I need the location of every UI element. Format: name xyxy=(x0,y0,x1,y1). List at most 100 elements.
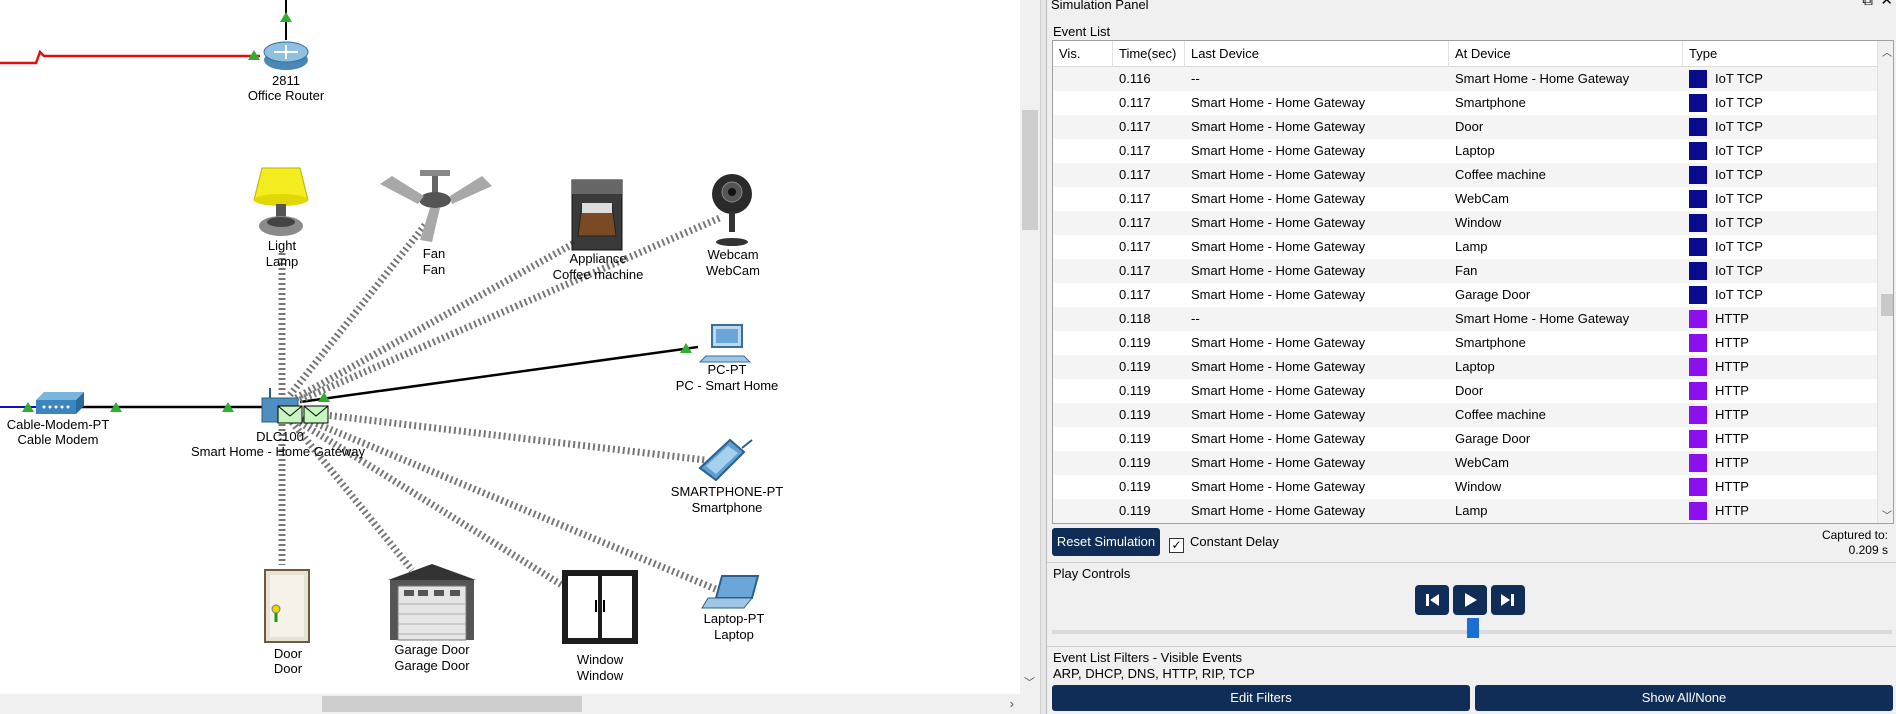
topology-diagram[interactable]: 2811 Office Router Cable-Modem-PT Cable … xyxy=(0,0,1020,694)
fan-icon[interactable] xyxy=(380,170,492,242)
event-row[interactable]: 0.117 Smart Home - Home Gateway Garage Doo… xyxy=(1053,283,1877,307)
chevron-right-icon[interactable]: › xyxy=(1010,696,1014,711)
event-at-device: Laptop xyxy=(1455,143,1495,158)
webcam-icon[interactable] xyxy=(712,174,752,246)
event-row[interactable]: 0.119 Smart Home - Home Gateway WebCam HTTP xyxy=(1053,451,1877,475)
event-row[interactable]: 0.117 Smart Home - Home Gateway Smartphone… xyxy=(1053,91,1877,115)
canvas-vertical-scrollbar[interactable]: ﹀ xyxy=(1020,0,1040,714)
event-type-color-swatch[interactable] xyxy=(1689,118,1707,136)
capture-forward-button[interactable] xyxy=(1491,585,1525,615)
event-row[interactable]: 0.119 Smart Home - Home Gateway Window HTTP xyxy=(1053,475,1877,499)
laptop-model-label: Laptop-PT xyxy=(704,611,765,626)
event-type: IoT TCP xyxy=(1715,167,1763,182)
canvas-horizontal-scrollbar[interactable]: › xyxy=(0,694,1020,714)
event-row[interactable]: 0.117 Smart Home - Home Gateway Fan IoT TCP xyxy=(1053,259,1877,283)
undock-icon[interactable]: ⧉ xyxy=(1862,0,1873,8)
play-button[interactable] xyxy=(1453,585,1487,615)
event-type-color-swatch[interactable] xyxy=(1689,142,1707,160)
close-icon[interactable]: ✕ xyxy=(1880,0,1893,8)
event-type-color-swatch[interactable] xyxy=(1689,190,1707,208)
chevron-up-icon[interactable]: ︿ xyxy=(1882,44,1892,59)
event-row[interactable]: 0.119 Smart Home - Home Gateway Lamp HTTP xyxy=(1053,499,1877,523)
event-row[interactable]: 0.119 Smart Home - Home Gateway Laptop HTTP xyxy=(1053,355,1877,379)
column-header-vis[interactable]: Vis. xyxy=(1053,41,1113,67)
canvas-horizontal-scroll-thumb[interactable] xyxy=(322,696,582,712)
event-row[interactable]: 0.117 Smart Home - Home Gateway Door IoT TC… xyxy=(1053,115,1877,139)
lamp-icon[interactable] xyxy=(253,167,309,236)
event-type-color-swatch[interactable] xyxy=(1689,406,1707,424)
reset-simulation-button[interactable]: Reset Simulation xyxy=(1052,528,1160,556)
garage-roof xyxy=(388,564,476,580)
window-icon[interactable] xyxy=(562,570,638,644)
lamp-base-inner xyxy=(267,217,295,227)
office-router-icon[interactable] xyxy=(263,41,309,70)
event-type-color-swatch[interactable] xyxy=(1689,166,1707,184)
event-row[interactable]: 0.117 Smart Home - Home Gateway Coffee mac… xyxy=(1053,163,1877,187)
event-type-color-swatch[interactable] xyxy=(1689,358,1707,376)
checkbox-check-icon[interactable]: ✓ xyxy=(1169,538,1184,553)
event-type: HTTP xyxy=(1715,383,1749,398)
event-type-color-swatch[interactable] xyxy=(1689,310,1707,328)
topology-canvas[interactable]: 2811 Office Router Cable-Modem-PT Cable … xyxy=(0,0,1020,714)
event-type-color-swatch[interactable] xyxy=(1689,454,1707,472)
chevron-down-icon[interactable]: ﹀ xyxy=(1024,674,1035,690)
event-row[interactable]: 0.116 -- Smart Home - Home Gateway IoT TCP xyxy=(1053,67,1877,91)
event-type-color-swatch[interactable] xyxy=(1689,502,1707,520)
event-time: 0.119 xyxy=(1119,359,1151,374)
column-header-last-device[interactable]: Last Device xyxy=(1185,41,1449,67)
event-type: HTTP xyxy=(1715,311,1749,326)
pc-icon[interactable] xyxy=(698,324,752,363)
door-icon[interactable] xyxy=(264,569,310,643)
laptop-icon[interactable] xyxy=(701,575,760,609)
event-type-color-swatch[interactable] xyxy=(1689,70,1707,88)
event-type: IoT TCP xyxy=(1715,239,1763,254)
fan-name-label: Fan xyxy=(423,262,445,277)
chevron-down-icon[interactable]: ﹀ xyxy=(1882,507,1892,522)
constant-delay-checkbox[interactable]: ✓ Constant Delay xyxy=(1169,534,1279,553)
smartphone-icon[interactable] xyxy=(698,438,753,482)
event-last-device: Smart Home - Home Gateway xyxy=(1191,239,1366,254)
garage-door-icon[interactable] xyxy=(388,564,476,641)
event-time: 0.118 xyxy=(1119,311,1151,326)
event-type-color-swatch[interactable] xyxy=(1689,262,1707,280)
event-list-scroll-thumb[interactable] xyxy=(1881,294,1893,316)
event-row[interactable]: 0.119 Smart Home - Home Gateway Door HTTP xyxy=(1053,379,1877,403)
event-row[interactable]: 0.117 Smart Home - Home Gateway Lamp IoT TC… xyxy=(1053,235,1877,259)
event-type-color-swatch[interactable] xyxy=(1689,382,1707,400)
window-model-label: Window xyxy=(577,652,624,667)
event-row[interactable]: 0.119 Smart Home - Home Gateway Smartphone… xyxy=(1053,331,1877,355)
play-speed-slider-thumb[interactable] xyxy=(1467,618,1479,638)
cable-modem-icon[interactable] xyxy=(36,392,84,414)
event-last-device: Smart Home - Home Gateway xyxy=(1191,287,1366,302)
skip-back-icon xyxy=(1426,594,1439,606)
event-type-color-swatch[interactable] xyxy=(1689,94,1707,112)
webcam-model-label: Webcam xyxy=(707,247,758,262)
event-row[interactable]: 0.117 Smart Home - Home Gateway Laptop IoT … xyxy=(1053,139,1877,163)
event-type-color-swatch[interactable] xyxy=(1689,286,1707,304)
event-row[interactable]: 0.119 Smart Home - Home Gateway Garage Doo… xyxy=(1053,427,1877,451)
column-header-type[interactable]: Type xyxy=(1683,41,1877,67)
event-type-color-swatch[interactable] xyxy=(1689,478,1707,496)
event-row[interactable]: 0.119 Smart Home - Home Gateway Coffee mac… xyxy=(1053,403,1877,427)
coffee-machine-icon[interactable] xyxy=(571,179,623,251)
event-last-device: Smart Home - Home Gateway xyxy=(1191,431,1366,446)
event-type-color-swatch[interactable] xyxy=(1689,238,1707,256)
fan-rod xyxy=(432,176,438,194)
event-list-scrollbar[interactable]: ︿ ﹀ xyxy=(1877,41,1893,523)
column-header-time[interactable]: Time(sec) xyxy=(1113,41,1185,67)
event-type-color-swatch[interactable] xyxy=(1689,430,1707,448)
back-button[interactable] xyxy=(1415,585,1449,615)
show-all-none-button[interactable]: Show All/None xyxy=(1475,685,1893,711)
panel-title: Simulation Panel xyxy=(1051,0,1149,12)
event-type-color-swatch[interactable] xyxy=(1689,214,1707,232)
event-row[interactable]: 0.117 Smart Home - Home Gateway WebCam IoT … xyxy=(1053,187,1877,211)
event-list-table[interactable]: Vis. Time(sec) Last Device At Device Typ… xyxy=(1052,40,1894,524)
router-model-label: 2811 xyxy=(272,73,300,88)
wireless-links xyxy=(278,213,724,594)
event-row[interactable]: 0.117 Smart Home - Home Gateway Window IoT … xyxy=(1053,211,1877,235)
canvas-vertical-scroll-thumb[interactable] xyxy=(1022,110,1038,230)
edit-filters-button[interactable]: Edit Filters xyxy=(1052,685,1470,711)
event-row[interactable]: 0.118 -- Smart Home - Home Gateway HTTP xyxy=(1053,307,1877,331)
column-header-at-device[interactable]: At Device xyxy=(1449,41,1683,67)
event-type-color-swatch[interactable] xyxy=(1689,334,1707,352)
